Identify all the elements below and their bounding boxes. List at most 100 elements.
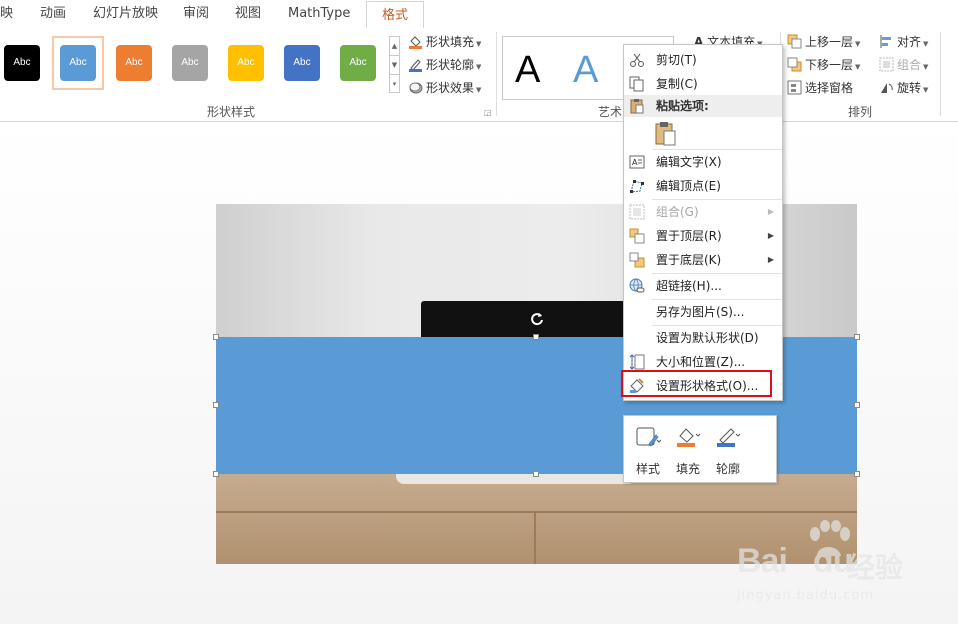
ribbon-separator bbox=[496, 32, 497, 116]
resize-handle-bottom[interactable] bbox=[533, 471, 539, 477]
rotate-button[interactable]: 旋转 ▼ bbox=[879, 78, 928, 98]
resize-handle-bottom-left[interactable] bbox=[213, 471, 219, 477]
shape-style-swatch-black[interactable]: Abc bbox=[4, 45, 40, 81]
watermark-brand: Bai du bbox=[737, 542, 853, 580]
shape-effect-icon bbox=[409, 82, 423, 94]
chevron-right-icon: ▶ bbox=[767, 255, 774, 264]
mini-outline-button[interactable]: 轮廓 bbox=[708, 424, 748, 476]
group-label-shape-styles: 形状样式 bbox=[207, 105, 256, 119]
tab-animation[interactable]: 动画 bbox=[40, 0, 66, 28]
hyperlink-icon bbox=[629, 278, 645, 293]
align-label: 对齐 bbox=[897, 35, 922, 49]
paste-options-header: 粘贴选项: bbox=[624, 95, 782, 117]
paste-keep-formatting-button[interactable] bbox=[654, 121, 678, 147]
menu-item-cut[interactable]: 剪切(T) bbox=[624, 48, 782, 72]
align-button[interactable]: 对齐 ▼ bbox=[879, 32, 928, 52]
dialog-launcher-icon[interactable]: ◲ bbox=[484, 108, 492, 117]
mini-style-button[interactable]: 样式 bbox=[628, 424, 668, 476]
highlight-annotation-box bbox=[621, 370, 772, 397]
photo-drawer-line bbox=[216, 511, 857, 513]
menu-item-bring-to-front[interactable]: 置于顶层(R) ▶ bbox=[624, 224, 782, 248]
shape-style-swatch-gray[interactable]: Abc bbox=[172, 45, 208, 81]
selection-pane-label: 选择窗格 bbox=[805, 81, 854, 95]
bring-forward-icon bbox=[787, 34, 802, 49]
chevron-down-icon: ▼ bbox=[476, 86, 482, 94]
menu-item-save-as-picture[interactable]: 另存为图片(S)... bbox=[624, 300, 782, 324]
chevron-down-icon: ▼ bbox=[923, 86, 929, 94]
shape-fill-label: 形状填充 bbox=[426, 35, 475, 49]
group-icon bbox=[629, 204, 645, 220]
chevron-right-icon: ▶ bbox=[767, 207, 774, 216]
menu-label-bring-to-front: 置于顶层(R) bbox=[656, 229, 722, 243]
send-backward-button[interactable]: 下移一层 ▼ bbox=[787, 55, 860, 75]
shape-effects-button[interactable]: 形状效果 ▼ bbox=[408, 78, 481, 98]
shape-fill-button[interactable]: 形状填充 ▼ bbox=[408, 32, 481, 52]
shape-style-swatch-orange[interactable]: Abc bbox=[116, 45, 152, 81]
group-button[interactable]: 组合 ▼ bbox=[879, 55, 928, 75]
edit-text-icon: A bbox=[629, 155, 645, 169]
resize-handle-top-left[interactable] bbox=[213, 334, 219, 340]
shape-style-swatch-gold[interactable]: Abc bbox=[228, 45, 264, 81]
menu-item-copy[interactable]: 复制(C) bbox=[624, 72, 782, 96]
ribbon-separator bbox=[940, 32, 941, 116]
menu-item-edit-points[interactable]: 编辑顶点(E) bbox=[624, 174, 782, 198]
selection-pane-icon bbox=[787, 80, 802, 95]
gallery-up-icon[interactable]: ▲ bbox=[390, 37, 399, 56]
size-position-icon bbox=[629, 354, 645, 370]
bring-forward-button[interactable]: 上移一层 ▼ bbox=[787, 32, 860, 52]
menu-label-save-as-picture: 另存为图片(S)... bbox=[656, 305, 745, 319]
resize-handle-top[interactable] bbox=[533, 334, 539, 340]
rotate-handle-icon[interactable] bbox=[529, 311, 545, 327]
resize-handle-top-right[interactable] bbox=[854, 334, 860, 340]
selection-pane-button[interactable]: 选择窗格 bbox=[787, 78, 853, 98]
menu-label-group: 组合(G) bbox=[656, 205, 699, 219]
gallery-more-icon[interactable]: ▾ bbox=[390, 75, 399, 93]
ribbon-tab-bar: 映 动画 幻灯片放映 审阅 视图 MathType 格式 bbox=[0, 0, 958, 29]
edit-points-icon bbox=[630, 180, 644, 193]
tab-view[interactable]: 视图 bbox=[235, 0, 261, 28]
tab-review[interactable]: 审阅 bbox=[183, 0, 209, 28]
send-backward-icon bbox=[787, 57, 802, 72]
mini-outline-label: 轮廓 bbox=[715, 462, 740, 476]
menu-label-set-default-shape: 设置为默认形状(D) bbox=[656, 331, 759, 345]
menu-item-set-default-shape[interactable]: 设置为默认形状(D) bbox=[624, 326, 782, 350]
bring-to-front-icon bbox=[629, 228, 645, 244]
gallery-scrollbar[interactable]: ▲ ▼ ▾ bbox=[389, 36, 400, 93]
shape-style-swatch-darkblue[interactable]: Abc bbox=[284, 45, 320, 81]
wordart-sample-blue[interactable]: A bbox=[573, 49, 598, 92]
resize-handle-left[interactable] bbox=[213, 402, 219, 408]
photo-laptop-base bbox=[396, 474, 636, 484]
paste-clipboard-icon bbox=[655, 122, 676, 146]
shape-style-icon bbox=[636, 427, 661, 447]
menu-item-hyperlink[interactable]: 超链接(H)... bbox=[624, 274, 782, 298]
tab-mathtype[interactable]: MathType bbox=[288, 0, 350, 28]
rotate-icon bbox=[881, 83, 893, 93]
bring-forward-label: 上移一层 bbox=[805, 35, 854, 49]
tab-slideshow[interactable]: 幻灯片放映 bbox=[93, 0, 158, 28]
menu-item-group[interactable]: 组合(G) ▶ bbox=[624, 200, 782, 224]
shape-style-swatch-green[interactable]: Abc bbox=[340, 45, 376, 81]
tab-format[interactable]: 格式 bbox=[366, 1, 424, 29]
mini-fill-button[interactable]: 填充 bbox=[668, 424, 708, 476]
chevron-down-icon: ▼ bbox=[855, 63, 861, 71]
group-label-wordart: 艺术 bbox=[598, 105, 623, 119]
shape-style-swatch-blue[interactable]: Abc bbox=[60, 45, 96, 81]
send-to-back-icon bbox=[629, 252, 645, 268]
shape-outline-button[interactable]: 形状轮廓 ▼ bbox=[408, 55, 481, 75]
wordart-sample-black[interactable]: A bbox=[515, 49, 540, 92]
clipboard-icon bbox=[630, 99, 644, 114]
menu-label-copy: 复制(C) bbox=[656, 77, 698, 91]
menu-label-edit-points: 编辑顶点(E) bbox=[656, 179, 721, 193]
menu-item-edit-text[interactable]: A 编辑文字(X) bbox=[624, 150, 782, 174]
gallery-down-icon[interactable]: ▼ bbox=[390, 56, 399, 75]
pencil-icon bbox=[717, 428, 741, 447]
paint-bucket-icon bbox=[409, 36, 422, 49]
rotate-label: 旋转 bbox=[897, 81, 922, 95]
group-label: 组合 bbox=[897, 58, 922, 72]
resize-handle-right[interactable] bbox=[854, 402, 860, 408]
chevron-right-icon: ▶ bbox=[767, 231, 774, 240]
align-icon bbox=[880, 35, 891, 48]
menu-item-send-to-back[interactable]: 置于底层(K) ▶ bbox=[624, 248, 782, 272]
tab-transition[interactable]: 映 bbox=[0, 0, 13, 28]
resize-handle-bottom-right[interactable] bbox=[854, 471, 860, 477]
